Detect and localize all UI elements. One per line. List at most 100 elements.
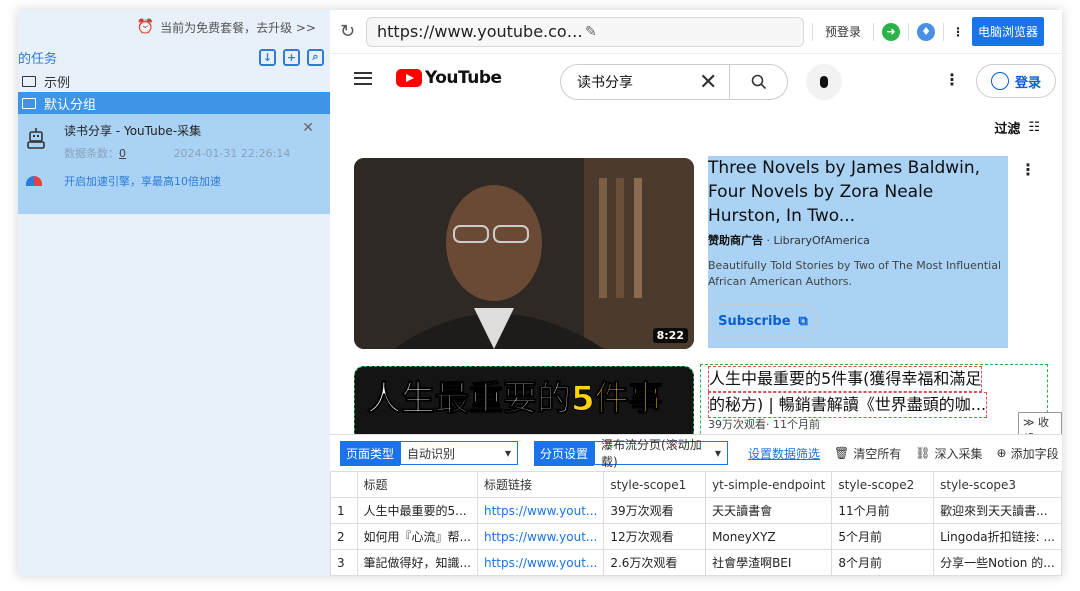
thumbnail-caption: 人生最重要的5件事 xyxy=(367,371,664,420)
table-cell: 5个月前 xyxy=(831,523,935,550)
panel-toolbar: 页面类型 自动识别 ▾ 分页设置 瀑布流分页(滚动加载) ▾ 设置数据筛选 🗑 清空所… xyxy=(330,435,1062,471)
accelerate-text[interactable]: 开启加速引擎，享最高10倍加速 xyxy=(64,173,221,189)
filter-label: 过滤 xyxy=(994,122,1021,137)
browser-pane: ↻ https://www.youtube.com/results?search… xyxy=(330,10,1062,576)
external-link-icon: ⧉ xyxy=(798,313,808,329)
tasks-header: 的任务 ↓ + ⌕ xyxy=(18,44,330,70)
app-window: ⏰ 当前为免费套餐，去升级 >> 的任务 ↓ + ⌕ 示例 默认分组 读书分享 … xyxy=(18,10,1062,576)
search-icon xyxy=(751,74,766,90)
column-header[interactable]: style-scope3 xyxy=(933,471,1062,498)
dropdown-arrow-icon: ▾ xyxy=(504,446,512,460)
column-header[interactable]: style-scope1 xyxy=(603,471,707,498)
folder-example[interactable]: 示例 xyxy=(18,70,330,92)
divider xyxy=(873,22,875,41)
tasks-heading: 的任务 xyxy=(18,51,58,67)
column-header[interactable]: yt-simple-endpoint xyxy=(705,471,833,498)
divider xyxy=(908,22,910,41)
deep-collect-label: 深入采集 xyxy=(934,446,983,461)
pagination-select[interactable]: 瀑布流分页(滚动加载) ▾ xyxy=(594,438,729,469)
search-task-icon[interactable]: ⌕ xyxy=(307,48,324,66)
duration-badge: 8:22 xyxy=(652,328,688,343)
voice-search-button[interactable] xyxy=(806,64,842,100)
more-menu-icon[interactable]: ⋮ xyxy=(952,25,964,39)
column-header xyxy=(330,471,358,498)
upgrade-notice[interactable]: 当前为免费套餐，去升级 >> xyxy=(160,19,316,36)
table-row[interactable]: 3 筆記做得好，知識... https://www.yout... 2.6万次观… xyxy=(330,549,1062,576)
pagination-value: 瀑布流分页(滚动加载) xyxy=(601,438,702,469)
column-header[interactable]: 标题链接 xyxy=(476,471,605,498)
hamburger-menu-icon[interactable] xyxy=(354,71,372,85)
alarm-clock-icon: ⏰ xyxy=(136,19,155,35)
ad-title[interactable]: Three Novels by James Baldwin, Four Nove… xyxy=(708,156,1008,228)
table-cell: 歡迎來到天天讀書... xyxy=(933,497,1062,524)
add-field-label: 添加字段 xyxy=(1010,446,1059,461)
green-extension-icon[interactable]: ➜ xyxy=(882,22,901,41)
table-row[interactable]: 1 人生中最重要的5... https://www.yout... 39万次观看… xyxy=(330,497,1062,524)
url-text[interactable]: https://www.youtube.com/results?search_q… xyxy=(377,22,585,41)
table-cell-link[interactable]: https://www.yout... xyxy=(476,523,605,550)
blue-extension-icon[interactable]: ♦ xyxy=(917,22,936,41)
table-cell: 筆記做得好，知識... xyxy=(356,549,478,576)
column-header[interactable]: 标题 xyxy=(356,471,478,498)
trash-icon: 🗑 xyxy=(834,446,850,460)
ad-more-icon[interactable]: ⋮ xyxy=(1020,160,1036,179)
column-header[interactable]: style-scope2 xyxy=(831,471,935,498)
add-field-button[interactable]: ⊕ 添加字段 xyxy=(997,445,1059,462)
pc-browser-button[interactable]: 电脑浏览器 xyxy=(972,17,1045,46)
task-card[interactable]: 读书分享 - YouTube-采集 数据条数：0 2024-01-31 22:2… xyxy=(18,114,330,214)
folder-label: 示例 xyxy=(44,75,71,91)
plus-circle-icon: ⊕ xyxy=(996,446,1007,460)
table-cell-link[interactable]: https://www.yout... xyxy=(476,497,605,524)
folder-default[interactable]: 默认分组 xyxy=(18,92,330,114)
divider xyxy=(812,22,813,41)
video-age: · 11个月前 xyxy=(766,418,820,431)
filter-button[interactable]: 过滤 ☷ xyxy=(994,118,1040,137)
table-cell-link[interactable]: https://www.yout... xyxy=(476,549,605,576)
import-icon[interactable]: ↓ xyxy=(259,48,276,66)
clear-search-icon[interactable]: ✕ xyxy=(699,70,729,95)
table-cell: 分享一些Notion 的... xyxy=(933,549,1062,576)
table-row[interactable]: 2 如何用『心流』帮... https://www.yout... 12万次观看… xyxy=(330,523,1062,550)
caption-yellow: 5件事 xyxy=(571,379,664,420)
upgrade-bar[interactable]: ⏰ 当前为免费套餐，去升级 >> xyxy=(18,10,330,44)
data-panel: 页面类型 自动识别 ▾ 分页设置 瀑布流分页(滚动加载) ▾ 设置数据筛选 🗑 清空所… xyxy=(330,434,1062,576)
data-count[interactable]: 0 xyxy=(119,147,126,160)
page-type-select[interactable]: 自动识别 ▾ xyxy=(400,441,519,465)
search-box[interactable]: 读书分享 ✕ xyxy=(560,64,788,100)
ad-info-selected[interactable]: Three Novels by James Baldwin, Four Nove… xyxy=(708,156,1008,348)
search-input[interactable]: 读书分享 xyxy=(561,72,699,92)
clear-all-button[interactable]: 🗑 清空所有 xyxy=(834,445,901,462)
table-cell: 39万次观看 xyxy=(603,497,707,524)
table-cell: 天天讀書會 xyxy=(705,497,833,524)
search-button[interactable] xyxy=(729,64,787,100)
reload-icon[interactable]: ↻ xyxy=(340,21,366,42)
accelerate-engine[interactable]: 开启加速引擎，享最高10倍加速 xyxy=(18,173,330,189)
task-title[interactable]: 读书分享 - YouTube-采集 xyxy=(64,122,290,139)
settings-kebab-icon[interactable]: ⋮ xyxy=(944,70,960,89)
youtube-logo[interactable]: YouTube xyxy=(396,68,502,88)
title-line: 的秘方) | 暢銷書解讀《世界盡頭的咖... xyxy=(708,392,988,418)
video-title[interactable]: 人生中最重要的5件事(獲得幸福和滿足 的秘方) | 暢銷書解讀《世界盡頭的咖..… xyxy=(708,366,1000,418)
ad-channel[interactable]: · LibraryOfAmerica xyxy=(767,234,870,247)
url-field[interactable]: https://www.youtube.com/results?search_q… xyxy=(366,16,804,47)
youtube-logo-text: YouTube xyxy=(425,68,502,88)
table-cell: 2.6万次观看 xyxy=(603,549,707,576)
subscribe-button[interactable]: Subscribe ⧉ xyxy=(708,304,818,338)
login-button[interactable]: 登录 xyxy=(976,64,1056,98)
deep-collect-button[interactable]: ⛓ 深入采集 xyxy=(915,445,982,462)
youtube-play-icon xyxy=(396,69,422,87)
title-line: 人生中最重要的5件事(獲得幸福和滿足 xyxy=(708,366,983,392)
row-index: 3 xyxy=(330,549,358,576)
data-table: 标题 标题链接 style-scope1 yt-simple-endpoint … xyxy=(330,471,1062,576)
ad-video-thumbnail[interactable]: 8:22 xyxy=(354,158,694,349)
add-task-icon[interactable]: + xyxy=(283,48,300,66)
prelogin-button[interactable]: 预登录 xyxy=(825,23,861,40)
settings-link[interactable]: 设置数据筛选 xyxy=(748,445,820,462)
divider xyxy=(943,22,945,41)
screenshot-root: ⏰ 当前为免费套餐，去升级 >> 的任务 ↓ + ⌕ 示例 默认分组 读书分享 … xyxy=(0,0,1080,591)
table-cell: 如何用『心流』帮... xyxy=(356,523,478,550)
close-icon[interactable]: ✕ xyxy=(302,120,314,136)
ad-meta: 赞助商广告 · LibraryOfAmerica xyxy=(708,232,1008,248)
task-sidebar: ⏰ 当前为免费套餐，去升级 >> 的任务 ↓ + ⌕ 示例 默认分组 读书分享 … xyxy=(18,10,330,576)
edit-pencil-icon[interactable]: ✎ xyxy=(585,24,793,40)
